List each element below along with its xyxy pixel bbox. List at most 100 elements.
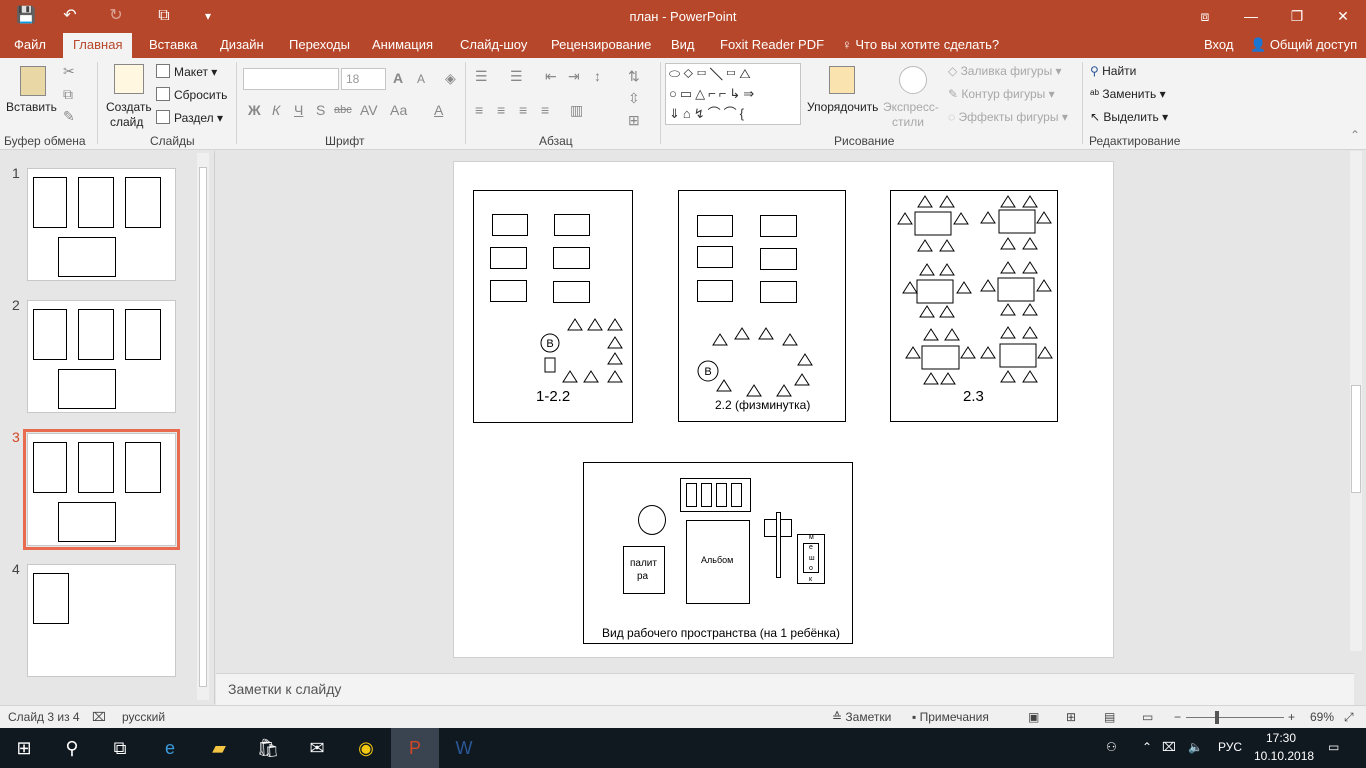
reset-button[interactable]: Сбросить [156,87,227,102]
thumbnails-scrollbar[interactable] [197,153,209,700]
align-right-icon[interactable]: ≡ [519,102,527,118]
zoom-in-icon[interactable]: + [1288,710,1295,724]
tab-insert[interactable]: Вставка [139,33,207,58]
copy-icon[interactable]: ⧉ [63,86,73,103]
slide-thumbnail-4[interactable] [27,564,176,677]
task-view-icon[interactable]: ⧉ [96,728,144,768]
word-icon[interactable]: W [440,728,488,768]
char-spacing-button[interactable]: AV [360,102,378,118]
sign-in-link[interactable]: Вход [1194,33,1243,58]
decrease-indent-icon[interactable]: ⇤ [545,68,557,85]
shadow-button[interactable]: S [316,102,325,118]
clock-time[interactable]: 17:30 [1266,731,1296,745]
line-spacing-icon[interactable]: ↕ [594,68,601,84]
quick-styles-label-1[interactable]: Экспресс- [883,100,939,114]
input-language[interactable]: РУС [1218,740,1242,754]
classroom-plan-2[interactable]: В 2.2 (физминутка) [678,190,846,422]
notes-pane[interactable]: Заметки к слайду [216,673,1354,705]
font-color-button[interactable]: A [434,102,443,118]
start-icon[interactable]: ⊞ [0,728,48,768]
shape-fill-button[interactable]: ◇ Заливка фигуры ▾ [948,64,1062,78]
zoom-level[interactable]: 69% [1310,710,1334,724]
slide-sorter-icon[interactable]: ⊞ [1066,710,1076,724]
underline-button[interactable]: Ч [294,102,303,118]
shapes-gallery[interactable]: ⬭◇▭╲▭△ ○▭△⌐⌐↳⇒ ⇓⌂↯⌒⌒{ [665,63,801,125]
tab-slideshow[interactable]: Слайд-шоу [450,33,537,58]
normal-view-icon[interactable]: ▣ [1028,710,1039,724]
comments-toggle[interactable]: ▪ Примечания [912,710,989,724]
font-size-combo[interactable]: 18 [341,68,386,90]
chrome-icon[interactable]: ◉ [342,728,390,768]
tell-me-search[interactable]: ♀ Что вы хотите сделать? [832,33,1009,58]
tab-review[interactable]: Рецензирование [541,33,661,58]
scrollbar-thumb[interactable] [199,167,207,687]
find-button[interactable]: ⚲ Найти [1090,64,1136,78]
zoom-slider-thumb[interactable] [1215,711,1219,724]
cut-icon[interactable]: ✂ [63,63,75,80]
columns-icon[interactable]: ▥ [570,102,583,119]
slide-thumbnail-3[interactable] [23,429,180,550]
change-case-button[interactable]: Аа [390,102,407,118]
minimize-button[interactable]: — [1228,0,1274,33]
arrange-button[interactable]: Упорядочить [807,100,878,114]
tab-design[interactable]: Дизайн [210,33,274,58]
notes-toggle[interactable]: ≙ Заметки [832,710,891,724]
slide-canvas[interactable]: В 1-2.2 В 2.2 (физминутка) 2.3 палит ра … [453,161,1114,658]
shrink-font-icon[interactable]: A [417,72,425,86]
language-indicator[interactable]: русский [122,710,165,724]
fit-slide-icon[interactable]: ⤢ [1344,710,1354,725]
increase-indent-icon[interactable]: ⇥ [568,68,580,85]
strikethrough-button[interactable]: abc [334,104,352,116]
search-icon[interactable]: ⚲ [48,728,96,768]
slide-thumbnail-2[interactable] [27,300,176,413]
spellcheck-icon[interactable]: ⌧ [92,710,106,724]
ribbon-display-options-icon[interactable]: ⧈ [1182,0,1228,33]
zoom-slider[interactable] [1186,717,1284,718]
edge-icon[interactable]: e [146,728,194,768]
collapse-ribbon-icon[interactable]: ⌃ [1350,128,1360,142]
slide-thumbnail-1[interactable] [27,168,176,281]
tab-foxit[interactable]: Foxit Reader PDF [710,33,834,58]
grow-font-icon[interactable]: A [393,70,403,86]
font-name-combo[interactable] [243,68,339,90]
justify-icon[interactable]: ≡ [541,102,549,118]
paste-button[interactable]: Вставить [6,100,57,114]
select-button[interactable]: ↖ Выделить ▾ [1090,110,1168,124]
tab-view[interactable]: Вид [661,33,705,58]
section-button[interactable]: Раздел ▾ [156,110,223,125]
clock-date[interactable]: 10.10.2018 [1254,749,1314,763]
italic-button[interactable]: К [272,102,280,118]
scrollbar-thumb[interactable] [1351,385,1361,493]
bold-button[interactable]: Ж [248,102,261,118]
classroom-plan-3[interactable]: 2.3 [890,190,1058,422]
network-icon[interactable]: ⌧ [1162,740,1176,754]
slideshow-view-icon[interactable]: ▭ [1142,710,1153,724]
classroom-plan-1[interactable]: В 1-2.2 [473,190,633,423]
tab-home[interactable]: Главная [63,33,132,58]
replace-button[interactable]: ᵃᵇ Заменить ▾ [1090,87,1166,101]
numbering-icon[interactable]: ☰ [510,68,523,85]
store-icon[interactable]: 🛍 [244,728,292,768]
clear-format-icon[interactable]: ◈ [445,70,456,87]
new-slide-label-2[interactable]: слайд [110,115,143,129]
tab-animation[interactable]: Анимация [362,33,443,58]
restore-button[interactable]: ❐ [1274,0,1320,33]
new-slide-icon[interactable] [114,64,144,94]
tab-file[interactable]: Файл [4,33,56,58]
layout-button[interactable]: Макет ▾ [156,64,217,79]
notifications-icon[interactable]: ▭ [1328,740,1339,754]
bullets-icon[interactable]: ☰ [475,68,488,85]
text-direction-icon[interactable]: ⇅ [628,68,640,85]
shape-effects-button[interactable]: ◌ Эффекты фигуры ▾ [948,110,1068,124]
people-icon[interactable]: ⚇ [1106,740,1117,754]
zoom-out-icon[interactable]: − [1174,710,1181,724]
align-center-icon[interactable]: ≡ [497,102,505,118]
quick-styles-icon[interactable] [899,66,927,94]
align-left-icon[interactable]: ≡ [475,102,483,118]
mail-icon[interactable]: ✉ [293,728,341,768]
reading-view-icon[interactable]: ▤ [1104,710,1115,724]
workspace-diagram[interactable]: палит ра Альбом м е ш о к Вид рабочего п… [583,462,853,644]
close-button[interactable]: ✕ [1320,0,1366,33]
shape-outline-button[interactable]: ✎ Контур фигуры ▾ [948,87,1055,101]
tab-transitions[interactable]: Переходы [279,33,360,58]
